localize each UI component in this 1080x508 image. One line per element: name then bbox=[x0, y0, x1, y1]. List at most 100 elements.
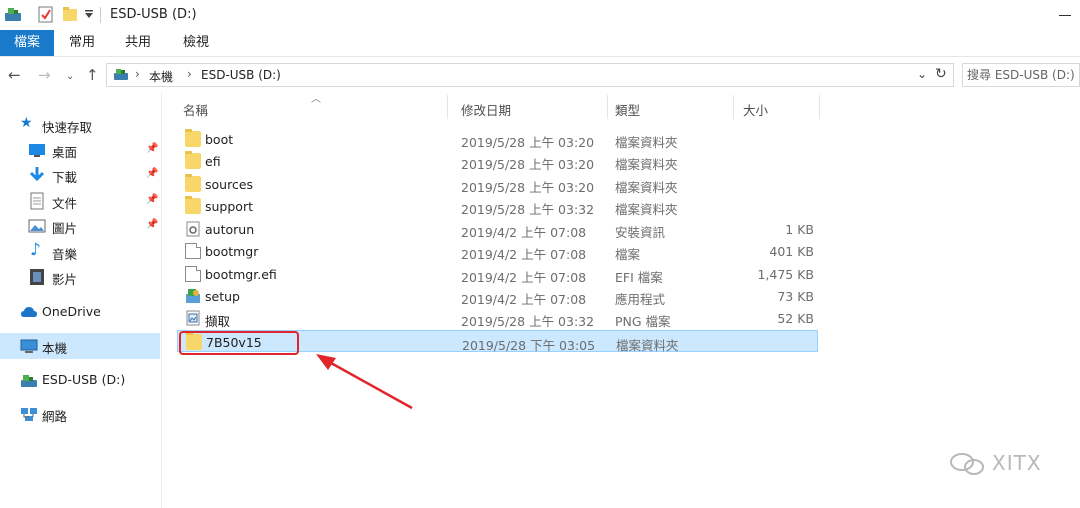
nav-item-desktop[interactable]: 桌面 📌 bbox=[0, 137, 160, 163]
network-icon bbox=[21, 408, 37, 421]
column-divider[interactable] bbox=[447, 95, 448, 119]
search-input[interactable] bbox=[967, 66, 1075, 84]
file-type: 檔案資料夾 bbox=[616, 338, 679, 353]
watermark: XITX bbox=[992, 451, 1042, 475]
column-divider[interactable] bbox=[733, 95, 734, 119]
file-icon bbox=[185, 266, 201, 282]
file-row[interactable]: efi 2019/5/28 上午 03:20 檔案資料夾 bbox=[177, 150, 818, 172]
setup-info-icon bbox=[186, 221, 200, 237]
breadcrumb-drive[interactable]: ESD-USB (D:) bbox=[201, 68, 281, 82]
file-row[interactable]: support 2019/5/28 上午 03:32 檔案資料夾 bbox=[177, 195, 818, 217]
file-name: sources bbox=[205, 177, 254, 192]
nav-item-this-pc[interactable]: 本機 bbox=[0, 333, 160, 359]
column-divider[interactable] bbox=[607, 95, 608, 119]
nav-item-label: 影片 bbox=[52, 272, 78, 287]
file-size: 1 KB bbox=[785, 222, 814, 237]
forward-arrow-icon[interactable]: → bbox=[38, 66, 51, 84]
recent-locations-icon[interactable]: ⌄ bbox=[66, 68, 74, 86]
download-icon bbox=[29, 167, 45, 182]
file-list: 名稱 ︿ 修改日期 類型 大小 boot 2019/5/28 上午 03:20 … bbox=[163, 92, 1080, 508]
file-icon bbox=[185, 243, 201, 259]
address-bar[interactable]: › 本機 › ESD-USB (D:) ⌄ ↻ bbox=[106, 63, 954, 87]
column-header-label: 類型 bbox=[615, 103, 641, 118]
search-box[interactable] bbox=[962, 63, 1080, 87]
file-row[interactable]: boot 2019/5/28 上午 03:20 檔案資料夾 bbox=[177, 128, 818, 150]
file-type: EFI 檔案 bbox=[615, 270, 663, 285]
tab-share[interactable]: 共用 bbox=[112, 30, 164, 56]
refresh-icon[interactable]: ↻ bbox=[935, 66, 947, 82]
ribbon-tabs: 檔案 常用 共用 檢視 bbox=[0, 30, 1080, 57]
up-arrow-icon[interactable]: ↑ bbox=[86, 66, 99, 84]
tab-home[interactable]: 常用 bbox=[56, 30, 108, 56]
file-size: 1,475 KB bbox=[757, 267, 814, 282]
file-modified: 2019/5/28 上午 03:32 bbox=[461, 314, 595, 329]
chevron-down-icon[interactable]: ⌄ bbox=[917, 67, 927, 81]
column-divider[interactable] bbox=[819, 95, 820, 119]
nav-item-onedrive[interactable]: OneDrive bbox=[0, 299, 160, 325]
file-name: setup bbox=[205, 289, 240, 304]
tab-file[interactable]: 檔案 bbox=[0, 30, 54, 56]
file-row[interactable]: sources 2019/5/28 上午 03:20 檔案資料夾 bbox=[177, 173, 818, 195]
column-header-type[interactable]: 類型 bbox=[615, 100, 640, 119]
breadcrumb-chevron-icon: › bbox=[187, 67, 192, 81]
customize-toolbar-icon[interactable] bbox=[84, 9, 94, 19]
pin-icon: 📌 bbox=[146, 143, 159, 154]
nav-item-label: 下載 bbox=[52, 170, 78, 185]
title-divider bbox=[100, 7, 101, 23]
image-file-icon bbox=[186, 310, 200, 326]
file-modified: 2019/4/2 上午 07:08 bbox=[461, 225, 587, 240]
usb-drive-icon bbox=[21, 375, 37, 387]
file-name: boot bbox=[205, 132, 234, 147]
nav-item-quick-access[interactable]: ★ 快速存取 bbox=[0, 112, 160, 138]
pin-icon: 📌 bbox=[146, 194, 159, 205]
file-row[interactable]: setup 2019/4/2 上午 07:08 應用程式 73 KB bbox=[177, 285, 818, 307]
minimize-button[interactable] bbox=[1058, 8, 1072, 22]
nav-item-music[interactable]: ♪ 音樂 bbox=[0, 239, 160, 265]
column-header-size[interactable]: 大小 bbox=[743, 100, 768, 119]
file-type: 應用程式 bbox=[615, 292, 666, 307]
nav-item-label: 桌面 bbox=[52, 145, 78, 160]
star-icon: ★ bbox=[20, 115, 33, 131]
column-header-label: 修改日期 bbox=[461, 103, 512, 118]
file-modified: 2019/4/2 上午 07:08 bbox=[461, 270, 587, 285]
nav-item-label: 文件 bbox=[52, 196, 78, 211]
column-header-modified[interactable]: 修改日期 bbox=[461, 100, 511, 119]
folder-icon bbox=[185, 151, 201, 169]
column-header-name[interactable]: 名稱 bbox=[183, 100, 208, 119]
file-type: PNG 檔案 bbox=[615, 314, 671, 329]
file-name: autorun bbox=[205, 222, 255, 237]
file-modified: 2019/5/28 上午 03:32 bbox=[461, 202, 595, 217]
new-folder-icon[interactable] bbox=[62, 6, 78, 22]
breadcrumb-this-pc[interactable]: 本機 bbox=[149, 68, 173, 85]
file-row[interactable]: bootmgr 2019/4/2 上午 07:08 檔案 401 KB bbox=[177, 240, 818, 262]
file-row[interactable]: autorun 2019/4/2 上午 07:08 安裝資訊 1 KB bbox=[177, 218, 818, 240]
setup-app-icon bbox=[186, 289, 200, 303]
tab-view[interactable]: 檢視 bbox=[168, 30, 224, 56]
desktop-icon bbox=[29, 144, 45, 157]
file-name: bootmgr.efi bbox=[205, 267, 277, 282]
music-icon: ♪ bbox=[30, 240, 41, 260]
nav-item-downloads[interactable]: 下載 📌 bbox=[0, 162, 160, 188]
breadcrumb-chevron-icon: › bbox=[135, 67, 140, 81]
file-size: 401 KB bbox=[769, 244, 814, 259]
usb-drive-icon bbox=[114, 69, 128, 80]
file-name: support bbox=[205, 199, 253, 214]
column-header-label: 大小 bbox=[743, 103, 769, 118]
back-arrow-icon[interactable]: ← bbox=[8, 66, 21, 84]
nav-item-videos[interactable]: 影片 bbox=[0, 264, 160, 290]
column-header-label: 名稱 bbox=[183, 103, 209, 118]
file-row[interactable]: bootmgr.efi 2019/4/2 上午 07:08 EFI 檔案 1,4… bbox=[177, 263, 818, 285]
computer-icon bbox=[20, 339, 38, 353]
nav-item-network[interactable]: 網路 bbox=[0, 401, 160, 427]
nav-item-usb-drive[interactable]: ESD-USB (D:) bbox=[0, 367, 160, 393]
nav-item-label: OneDrive bbox=[42, 304, 101, 319]
file-name: bootmgr bbox=[205, 244, 259, 259]
nav-item-documents[interactable]: 文件 📌 bbox=[0, 188, 160, 214]
file-row[interactable]: 擷取 2019/5/28 上午 03:32 PNG 檔案 52 KB bbox=[177, 307, 818, 329]
file-modified: 2019/5/28 上午 03:20 bbox=[461, 135, 595, 150]
nav-item-pictures[interactable]: 圖片 📌 bbox=[0, 213, 160, 239]
nav-item-label: 音樂 bbox=[52, 247, 78, 262]
pin-icon: 📌 bbox=[146, 219, 159, 230]
annotation-highlight-box bbox=[179, 331, 299, 355]
properties-icon[interactable] bbox=[38, 6, 54, 24]
